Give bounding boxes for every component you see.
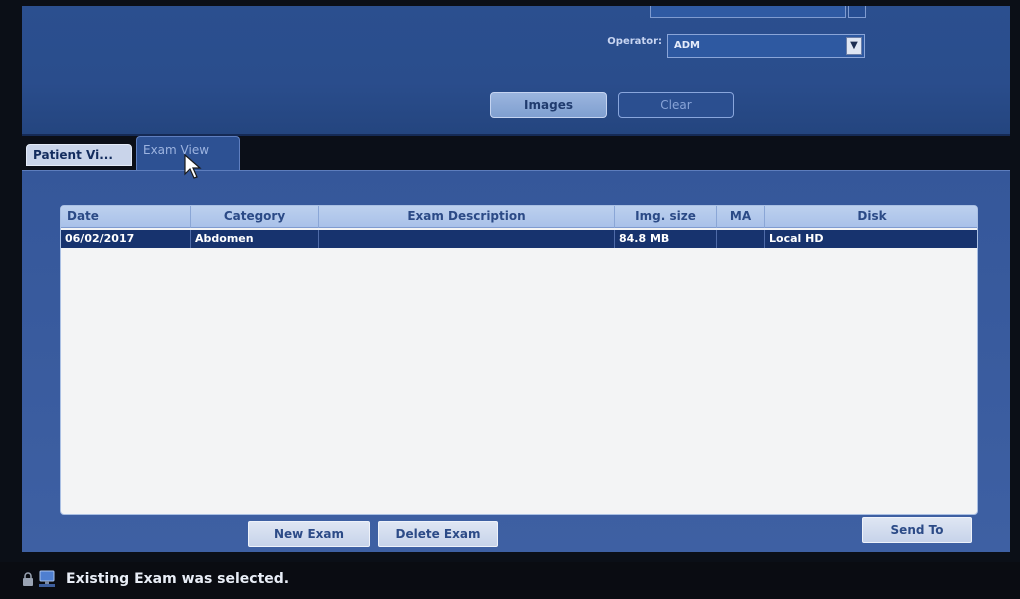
- lock-icon: [23, 572, 33, 586]
- images-button[interactable]: Images: [490, 92, 607, 118]
- cell-disk: Local HD: [769, 232, 824, 245]
- status-bar: Existing Exam was selected.: [0, 562, 1020, 599]
- new-exam-button[interactable]: New Exam: [248, 521, 370, 547]
- exam-table: Date Category Exam Description Img. size…: [60, 205, 978, 515]
- table-row[interactable]: 06/02/2017 Abdomen 84.8 MB Local HD: [61, 230, 977, 248]
- cell-ma: [717, 230, 765, 248]
- column-header-exam-description[interactable]: Exam Description: [319, 206, 615, 228]
- operator-label: Operator:: [607, 36, 662, 47]
- column-header-date[interactable]: Date: [61, 206, 191, 228]
- network-icon: [39, 570, 55, 587]
- status-message: Existing Exam was selected.: [66, 571, 290, 587]
- patient-field[interactable]: [650, 6, 846, 18]
- cell-exam-description: [319, 230, 615, 248]
- column-header-disk[interactable]: Disk: [765, 206, 977, 228]
- chevron-down-icon[interactable]: ▼: [846, 37, 862, 55]
- tab-strip: Patient Vi... Exam View: [22, 136, 1010, 172]
- patient-field-button[interactable]: [848, 6, 866, 18]
- cursor-icon: [184, 154, 202, 179]
- exam-view-panel: Date Category Exam Description Img. size…: [22, 170, 1010, 552]
- operator-value: ADM: [674, 40, 700, 51]
- column-header-category[interactable]: Category: [191, 206, 319, 228]
- cell-category: Abdomen: [191, 230, 319, 248]
- send-to-button[interactable]: Send To: [862, 517, 972, 543]
- delete-exam-button[interactable]: Delete Exam: [378, 521, 498, 547]
- patient-info-panel: Operator: ADM ▼ Images Clear: [22, 6, 1010, 136]
- ultrasound-screen: Operator: ADM ▼ Images Clear Patient Vi.…: [0, 0, 1020, 599]
- cell-img-size: 84.8 MB: [615, 230, 717, 248]
- table-header: Date Category Exam Description Img. size…: [61, 206, 977, 228]
- clear-button[interactable]: Clear: [618, 92, 734, 118]
- cell-date: 06/02/2017: [61, 230, 191, 248]
- operator-dropdown[interactable]: ADM ▼: [667, 34, 865, 58]
- tab-patient-view[interactable]: Patient Vi...: [26, 144, 132, 166]
- column-header-ma[interactable]: MA: [717, 206, 765, 228]
- column-header-img-size[interactable]: Img. size: [615, 206, 717, 228]
